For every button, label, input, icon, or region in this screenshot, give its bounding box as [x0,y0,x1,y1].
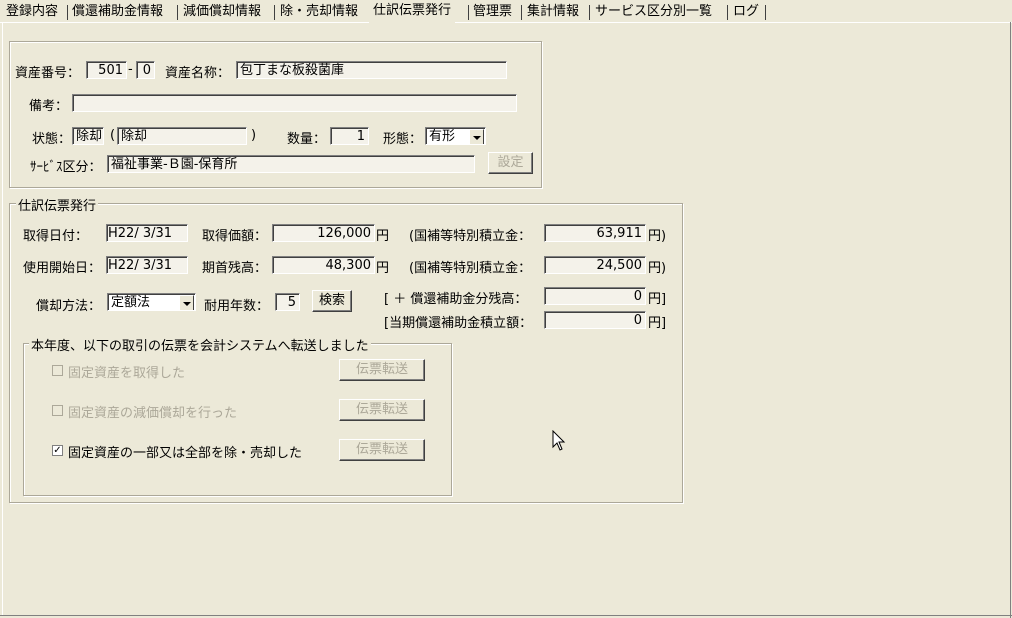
depreciated-label: 固定資産の減価償却を行った [68,406,238,421]
quantity-field[interactable]: 1 [330,127,369,145]
tab-separator [765,5,766,20]
subsidy-reserve-label-2: (国補等特別積立金： [409,261,532,276]
window-border [1010,22,1011,618]
tab-summary[interactable]: 集計情報 [527,3,579,21]
depreciation-method-value: 定額法 [111,295,151,310]
transfer-panel-title: 本年度、以下の取引の伝票を会計システムへ転送しました [29,335,371,354]
remarks-field[interactable] [72,94,517,112]
usage-start-date-label: 使用開始日： [23,261,102,276]
asset-number-dash: - [128,62,133,77]
opening-balance-label: 期首残高： [202,261,268,276]
asset-number-label: 資産番号： [15,66,81,81]
transfer-voucher-button-1[interactable]: 伝票転送 [339,359,425,381]
yen-unit-paren: 円) [648,261,667,276]
tab-journal-voucher[interactable]: 仕訳伝票発行 [369,0,456,23]
yen-unit-bracket: 円] [648,292,667,307]
repayment-balance-label: [ ＋ 償還補助金分残高： [384,292,528,307]
asset-number-field[interactable]: 501 [86,61,127,79]
tab-separator [468,5,469,20]
status-text-field[interactable]: 除却 [117,127,247,145]
checkmark-icon: ✓ [53,445,62,456]
status-label: 状態： [32,132,72,147]
status-open-paren: ( [110,128,116,143]
tab-management-sheet[interactable]: 管理票 [473,3,512,21]
acquired-checkbox[interactable] [52,365,63,376]
form-select-value: 有形 [429,129,456,144]
tab-disposal[interactable]: 除・売却情報 [280,3,358,21]
opening-balance-field[interactable]: 48,300 [272,256,375,274]
status-code-field[interactable]: 除却 [72,127,104,145]
subsidy-reserve-field-2[interactable]: 24,500 [544,256,646,274]
disposed-label: 固定資産の一部又は全部を除・売却した [68,446,303,461]
repayment-balance-field[interactable]: 0 [544,287,646,305]
chevron-down-icon[interactable] [469,129,484,144]
tab-separator [177,5,178,20]
chevron-down-icon[interactable] [179,295,194,310]
asset-sub-number-field[interactable]: 0 [136,61,155,79]
form-select[interactable]: 有形 [425,127,486,145]
search-button[interactable]: 検索 [312,290,352,312]
window-border [0,615,1012,616]
window-border [2,22,3,616]
tab-bar: 登録内容 償還補助金情報 減価償却情報 除・売却情報 仕訳伝票発行 管理票 集計… [0,0,1012,23]
mouse-cursor-icon [552,430,566,451]
acquisition-price-field[interactable]: 126,000 [272,224,375,242]
acquired-label: 固定資産を取得した [68,366,186,381]
acquisition-date-label: 取得日付： [23,229,89,244]
current-reserve-label: [当期償還補助金積立額： [384,316,533,331]
yen-unit: 円 [376,229,390,244]
useful-life-label: 耐用年数： [204,299,270,314]
tab-separator [67,5,68,20]
remarks-label: 備考： [29,99,69,114]
tab-separator [589,5,590,20]
tab-separator [274,5,275,20]
tab-separator [521,5,522,20]
depreciation-method-select[interactable]: 定額法 [107,293,196,311]
tab-depreciation[interactable]: 減価償却情報 [183,3,261,21]
disposed-checkbox[interactable]: ✓ [52,445,63,456]
tab-service-list[interactable]: サービス区分別一覧 [595,3,712,21]
transfer-voucher-button-2[interactable]: 伝票転送 [339,399,425,421]
depreciation-method-label: 償却方法： [36,299,102,314]
subsidy-reserve-label-1: (国補等特別積立金： [409,229,532,244]
yen-unit: 円 [376,261,390,276]
yen-unit-paren: 円) [648,229,667,244]
tab-registration[interactable]: 登録内容 [6,3,58,21]
form-label: 形態： [383,132,423,147]
service-category-field[interactable]: 福祉事業-Ｂ園-保育所 [107,155,475,173]
acquisition-date-field[interactable]: H22/ 3/31 [106,224,188,242]
asset-name-field[interactable]: 包丁まな板殺菌庫 [236,61,507,79]
transfer-voucher-button-3[interactable]: 伝票転送 [339,439,425,461]
acquisition-price-label: 取得価額： [202,229,268,244]
service-category-label: ｻｰﾋﾞｽ区分： [30,160,102,175]
tab-subsidy-repayment[interactable]: 償還補助金情報 [72,3,163,21]
quantity-label: 数量： [287,132,327,147]
asset-name-label: 資産名称： [165,66,231,81]
usage-start-date-field[interactable]: H22/ 3/31 [106,256,188,274]
depreciated-checkbox[interactable] [52,405,63,416]
yen-unit-bracket: 円] [648,316,667,331]
tab-separator [727,5,728,20]
journal-voucher-title: 仕訳伝票発行 [16,195,99,214]
tab-log[interactable]: ログ [733,3,759,21]
settings-button[interactable]: 設定 [488,152,533,174]
useful-life-field[interactable]: 5 [275,293,300,311]
current-reserve-field[interactable]: 0 [544,311,646,329]
status-close-paren: ) [251,128,257,143]
subsidy-reserve-field-1[interactable]: 63,911 [544,224,646,242]
